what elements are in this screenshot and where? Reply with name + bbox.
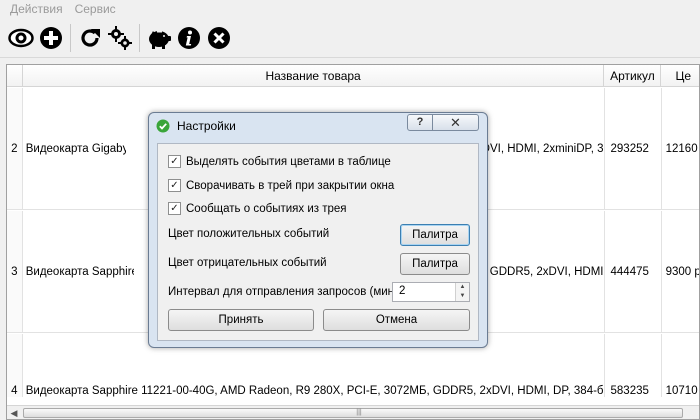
checkbox-label: Выделять события цветами в таблице bbox=[186, 155, 391, 168]
product-name-end: DVI, HDMI, 2xminiDP, 3 bbox=[481, 142, 604, 155]
product-price: 10710 bbox=[665, 385, 698, 397]
interval-label: Интервал для отправления запросов (мин) bbox=[168, 286, 398, 298]
toolbar-separator bbox=[70, 23, 71, 52]
product-name-start: Видеокарта Gigabyte G bbox=[25, 142, 126, 155]
row-number: 3 bbox=[7, 211, 23, 332]
spin-up-arrow-icon[interactable]: ▲ bbox=[456, 283, 469, 292]
highlight-events-checkbox-row[interactable]: ✓ Выделять события цветами в таблице bbox=[168, 155, 391, 168]
scrollbar-thumb[interactable]: ||| bbox=[23, 408, 683, 418]
product-article: 444475 bbox=[605, 211, 662, 332]
product-name-start: Видеокарта Sapphire 1 bbox=[25, 265, 134, 278]
product-name-end: GDDR5, 2xDVI, HDMI bbox=[489, 265, 604, 278]
header-row-number[interactable] bbox=[7, 65, 23, 87]
negative-palette-button[interactable]: Палитра bbox=[400, 253, 470, 275]
tray-notify-checkbox-row[interactable]: ✓ Сообщать о событиях из трея bbox=[168, 202, 347, 215]
info-icon bbox=[178, 26, 200, 49]
scroll-left-arrow-icon[interactable]: ◀ bbox=[9, 408, 19, 418]
table-header: Название товара Артикул Це bbox=[7, 65, 699, 87]
add-icon bbox=[40, 26, 62, 49]
settings-dialog: Настройки ? ✕ ✓ Выделять события цветами… bbox=[148, 112, 488, 348]
close-icon bbox=[208, 26, 230, 49]
interval-value: 2 bbox=[399, 285, 406, 297]
help-button[interactable]: ? bbox=[407, 114, 433, 131]
grip-icon: ||| bbox=[356, 409, 362, 416]
header-product-name[interactable]: Название товара bbox=[23, 65, 605, 87]
toolbar bbox=[0, 18, 700, 58]
product-price: 12160 bbox=[665, 142, 698, 155]
shield-check-icon bbox=[156, 119, 170, 133]
minimize-to-tray-checkbox[interactable]: ✓ bbox=[168, 179, 181, 192]
accept-button[interactable]: Принять bbox=[168, 309, 314, 331]
row-number: 4 bbox=[7, 334, 23, 397]
row-number: 2 bbox=[7, 88, 23, 209]
checkbox-label: Сообщать о событиях из трея bbox=[186, 202, 347, 215]
settings-button[interactable] bbox=[105, 23, 135, 53]
info-button[interactable] bbox=[174, 23, 204, 53]
toolbar-separator bbox=[139, 23, 140, 52]
dialog-close-button[interactable]: ✕ bbox=[433, 114, 479, 131]
cancel-button[interactable]: Отмена bbox=[323, 309, 470, 331]
checkbox-label: Сворачивать в трей при закрытии окна bbox=[186, 179, 395, 192]
tray-notify-checkbox[interactable]: ✓ bbox=[168, 202, 181, 215]
dialog-body: ✓ Выделять события цветами в таблице ✓ С… bbox=[157, 143, 479, 341]
header-price[interactable]: Це bbox=[661, 65, 699, 87]
eye-icon bbox=[8, 28, 34, 47]
menu-actions[interactable]: Действия bbox=[4, 2, 69, 16]
view-button[interactable] bbox=[6, 23, 36, 53]
spin-down-arrow-icon[interactable]: ▼ bbox=[456, 292, 469, 301]
header-article[interactable]: Артикул bbox=[604, 65, 662, 87]
product-article: 293252 bbox=[605, 88, 662, 209]
positive-color-label: Цвет положительных событий bbox=[168, 228, 330, 240]
dialog-titlebar[interactable]: Настройки ? ✕ bbox=[149, 113, 487, 139]
dialog-title: Настройки bbox=[177, 119, 236, 133]
horizontal-scrollbar[interactable]: ◀ ||| bbox=[7, 405, 699, 419]
settings-gears-icon bbox=[108, 25, 132, 50]
interval-spinbox[interactable]: 2 ▲ ▼ bbox=[392, 282, 470, 302]
product-article: 583235 bbox=[605, 334, 662, 397]
refresh-button[interactable] bbox=[75, 23, 105, 53]
product-price: 9300 р bbox=[665, 265, 700, 278]
exit-button[interactable] bbox=[204, 23, 234, 53]
refresh-icon bbox=[81, 28, 100, 47]
menu-service[interactable]: Сервис bbox=[69, 2, 122, 16]
add-button[interactable] bbox=[36, 23, 66, 53]
menu-bar: Действия Сервис bbox=[0, 0, 700, 18]
minimize-to-tray-checkbox-row[interactable]: ✓ Сворачивать в трей при закрытии окна bbox=[168, 179, 394, 192]
piggy-bank-button[interactable] bbox=[144, 23, 174, 53]
piggy-bank-icon bbox=[149, 30, 171, 49]
negative-color-label: Цвет отрицательных событий bbox=[168, 257, 327, 269]
positive-palette-button[interactable]: Палитра bbox=[400, 224, 470, 246]
highlight-events-checkbox[interactable]: ✓ bbox=[168, 155, 181, 168]
